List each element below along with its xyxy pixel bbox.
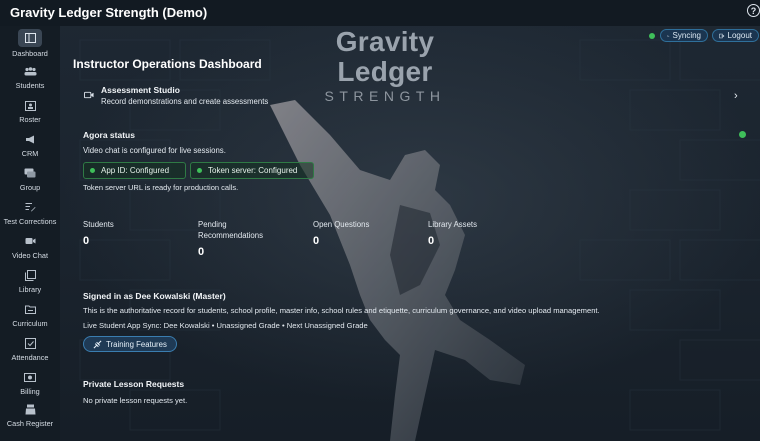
- private-lesson-requests-title: Private Lesson Requests: [83, 379, 185, 389]
- sidebar-item-students[interactable]: Students: [0, 63, 60, 95]
- sidebar-item-dashboard[interactable]: Dashboard: [0, 29, 60, 61]
- stat-label-students: Students: [83, 220, 114, 229]
- assessment-studio-subtitle: Record demonstrations and create assessm…: [101, 97, 269, 106]
- sidebar-item-attendance[interactable]: Attendance: [0, 335, 60, 367]
- sidebar-item-label: Dashboard: [12, 49, 48, 58]
- badge-label: App ID: Configured: [101, 166, 170, 175]
- main-content: Instructor Operations Dashboard Assessme…: [60, 26, 760, 441]
- sidebar-item-group[interactable]: Group: [0, 165, 60, 197]
- sidebar-item-library[interactable]: Library: [0, 267, 60, 299]
- video-icon: [84, 91, 94, 99]
- sidebar-item-label: Cash Register: [6, 419, 54, 428]
- students-icon: [21, 63, 39, 79]
- app-id-status-badge: App ID: Configured: [83, 162, 186, 179]
- signed-in-title: Signed in as Dee Kowalski (Master): [83, 291, 226, 301]
- sidebar-item-test-corrections[interactable]: Test Corrections: [0, 199, 60, 231]
- help-icon[interactable]: ?: [747, 4, 760, 17]
- top-bar: Gravity Ledger Strength (Demo) ?: [0, 0, 760, 26]
- token-server-status-badge: Token server: Configured: [190, 162, 314, 179]
- stat-label-open-questions: Open Questions: [313, 220, 370, 229]
- sidebar-item-label: Roster: [19, 115, 41, 124]
- badge-label: Token server: Configured: [208, 166, 298, 175]
- agora-status-title: Agora status: [83, 130, 135, 140]
- sidebar-item-label: Curriculum: [12, 319, 48, 328]
- live-app-sync-line: Live Student App Sync: Dee Kowalski • Un…: [83, 321, 368, 330]
- assessment-studio-title[interactable]: Assessment Studio: [101, 85, 180, 95]
- stat-label-library-assets: Library Assets: [428, 220, 477, 229]
- attendance-icon: [21, 335, 39, 351]
- folder-icon: [21, 301, 39, 317]
- billing-icon: [21, 369, 39, 385]
- private-lesson-requests-empty: No private lesson requests yet.: [83, 396, 188, 405]
- sidebar-item-label: Billing: [20, 387, 40, 396]
- sidebar-item-label: Test Corrections: [3, 217, 57, 226]
- sidebar-item-roster[interactable]: Roster: [0, 97, 60, 129]
- training-features-button[interactable]: Training Features: [83, 336, 177, 352]
- dashboard-icon: [18, 29, 42, 47]
- status-dot: [197, 168, 202, 173]
- agora-status-subtitle: Video chat is configured for live sessio…: [83, 146, 226, 155]
- training-icon: [93, 340, 102, 348]
- roster-icon: [21, 97, 39, 113]
- sidebar-item-label: Group: [19, 183, 41, 192]
- stat-value-students: 0: [83, 235, 90, 247]
- sidebar-item-billing[interactable]: Billing: [0, 369, 60, 401]
- sidebar-item-crm[interactable]: CRM: [0, 131, 60, 163]
- stat-value-open-questions: 0: [313, 235, 320, 247]
- sidebar-item-label: Library: [18, 285, 42, 294]
- sidebar-item-cash-register[interactable]: Cash Register: [0, 401, 60, 433]
- sidebar-item-video-chat[interactable]: Video Chat: [0, 233, 60, 265]
- sidebar-item-label: CRM: [21, 149, 39, 158]
- agora-status-dot: [739, 131, 746, 138]
- register-icon: [21, 401, 39, 417]
- edit-list-icon: [21, 199, 39, 215]
- library-icon: [21, 267, 39, 283]
- token-server-note: Token server URL is ready for production…: [83, 183, 239, 192]
- megaphone-icon: [21, 131, 39, 147]
- sidebar-item-label: Video Chat: [12, 251, 48, 260]
- app-title: Gravity Ledger Strength (Demo): [10, 5, 208, 20]
- training-features-label: Training Features: [106, 339, 167, 349]
- chat-icon: [21, 165, 39, 181]
- video-icon: [21, 233, 39, 249]
- sidebar-item-label: Students: [15, 81, 45, 90]
- sidebar-item-curriculum[interactable]: Curriculum: [0, 301, 60, 333]
- sidebar-item-label: Attendance: [11, 353, 49, 362]
- status-dot: [90, 168, 95, 173]
- stat-label-pending-recommendations: Pending Recommendations: [198, 220, 264, 240]
- page-title: Instructor Operations Dashboard: [73, 57, 262, 71]
- stat-value-library-assets: 0: [428, 235, 435, 247]
- sidebar: Dashboard Students Roster CRM Group Test…: [0, 26, 60, 441]
- stat-value-pending-recommendations: 0: [198, 246, 205, 258]
- signed-in-description: This is the authoritative record for stu…: [83, 306, 600, 315]
- chevron-right-icon[interactable]: ›: [734, 90, 738, 102]
